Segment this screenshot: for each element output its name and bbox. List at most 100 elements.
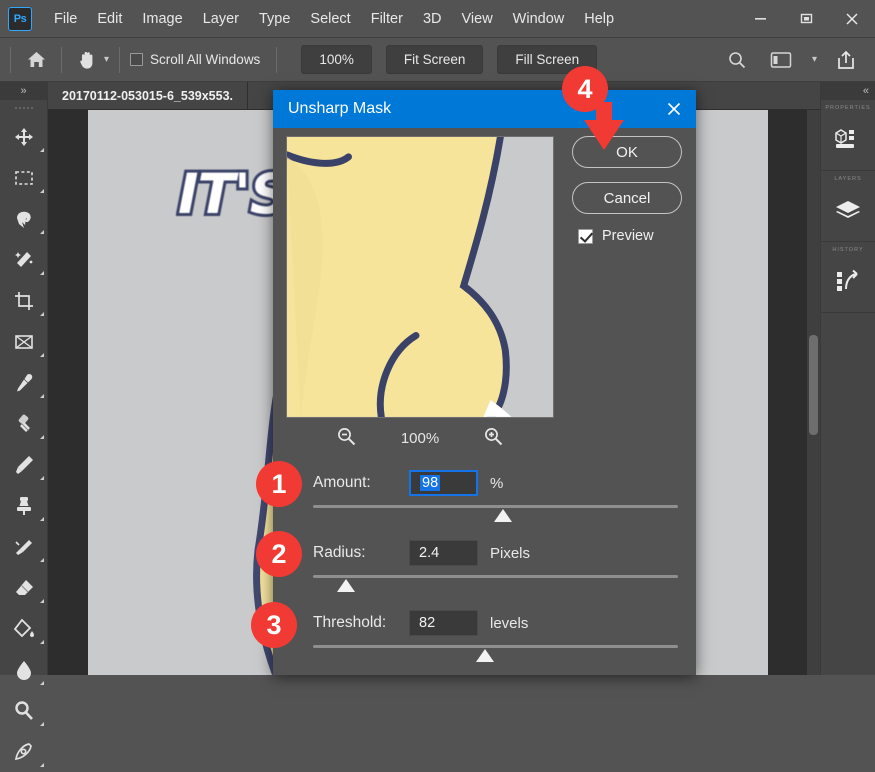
dialog-title: Unsharp Mask — [288, 100, 392, 117]
chevron-double-left-icon[interactable]: « — [821, 82, 875, 100]
preview-zoom-level: 100% — [400, 430, 440, 447]
panels-dock: « PROPERTIES LAYERS HISTORY — [820, 82, 875, 675]
maximize-icon[interactable] — [783, 0, 829, 37]
scroll-all-windows-label: Scroll All Windows — [150, 52, 261, 67]
panel-label-properties: PROPERTIES — [825, 105, 871, 111]
threshold-slider-thumb[interactable] — [475, 649, 494, 662]
threshold-value: 82 — [419, 615, 436, 631]
radius-unit: Pixels — [490, 544, 531, 562]
preview-label: Preview — [602, 228, 654, 244]
annotation-badge-4: 4 — [562, 66, 608, 112]
threshold-slider[interactable] — [313, 640, 678, 670]
cancel-button[interactable]: Cancel — [572, 182, 682, 214]
crop-tool[interactable] — [0, 280, 47, 321]
document-tab[interactable]: 20170112-053015-6_539x553. — [48, 82, 249, 109]
share-icon[interactable] — [831, 45, 861, 75]
threshold-slider-track — [313, 645, 678, 648]
threshold-input[interactable]: 82 — [409, 610, 478, 636]
menu-3d[interactable]: 3D — [413, 7, 452, 31]
preview-zoom-controls: 100% — [286, 426, 554, 451]
menu-window[interactable]: Window — [503, 7, 575, 31]
radius-control: Radius: 2.4 Pixels — [273, 536, 696, 600]
eyedropper-tool[interactable] — [0, 362, 47, 403]
dodge-tool[interactable] — [0, 690, 47, 731]
menu-help[interactable]: Help — [574, 7, 624, 31]
lasso-tool[interactable] — [0, 198, 47, 239]
amount-slider-track — [313, 505, 678, 508]
photoshop-window: Ps File Edit Image Layer Type Select Fil… — [0, 0, 875, 767]
minimize-icon[interactable] — [737, 0, 783, 37]
home-icon[interactable] — [21, 45, 51, 75]
preview-artwork — [287, 137, 553, 417]
zoom-out-icon[interactable] — [336, 426, 357, 451]
close-icon[interactable] — [829, 0, 875, 37]
search-icon[interactable] — [722, 45, 752, 75]
amount-value: 98 — [420, 475, 441, 491]
radius-slider-thumb[interactable] — [336, 579, 355, 592]
menu-edit[interactable]: Edit — [87, 7, 132, 31]
fit-screen-button[interactable]: Fit Screen — [385, 45, 484, 74]
eraser-tool[interactable] — [0, 567, 47, 608]
history-icon[interactable] — [821, 258, 875, 304]
dialog-body: OK Cancel Preview 100% Amount: 98 % Radi… — [273, 128, 696, 675]
threshold-unit: levels — [490, 614, 529, 632]
tool-preset-chevron-down-icon[interactable]: ▾ — [104, 54, 109, 65]
spot-healing-brush-tool[interactable] — [0, 403, 47, 444]
paint-bucket-tool[interactable] — [0, 608, 47, 649]
brush-tool[interactable] — [0, 444, 47, 485]
menu-image[interactable]: Image — [132, 7, 192, 31]
options-bar-right: ▾ — [722, 45, 875, 75]
menu-bar: Ps File Edit Image Layer Type Select Fil… — [0, 0, 875, 38]
rectangular-marquee-tool[interactable] — [0, 157, 47, 198]
menu-view[interactable]: View — [452, 7, 503, 31]
menu-file[interactable]: File — [44, 7, 87, 31]
annotation-badge-1: 1 — [256, 461, 302, 507]
panel-group-layers[interactable]: LAYERS — [821, 171, 875, 242]
hand-tool-icon[interactable] — [72, 45, 102, 75]
menu-type[interactable]: Type — [249, 7, 300, 31]
amount-control: Amount: 98 % — [273, 466, 696, 530]
annotation-badge-3: 3 — [251, 602, 297, 648]
amount-label: Amount: — [313, 474, 371, 491]
move-tool[interactable] — [0, 116, 47, 157]
radius-input[interactable]: 2.4 — [409, 540, 478, 566]
canvas-text: IT'S — [175, 159, 292, 229]
zoom-in-icon[interactable] — [483, 426, 504, 451]
window-controls — [737, 0, 875, 37]
checkbox-checked-icon — [578, 228, 593, 244]
layers-icon[interactable] — [821, 187, 875, 233]
amount-slider[interactable] — [313, 500, 678, 530]
workspace-chevron-down-icon[interactable]: ▾ — [812, 54, 817, 65]
amount-input[interactable]: 98 — [409, 470, 478, 496]
zoom-100-button[interactable]: 100% — [301, 45, 372, 74]
clone-stamp-tool[interactable] — [0, 485, 47, 526]
frame-tool[interactable] — [0, 321, 47, 362]
vertical-scrollbar[interactable] — [807, 110, 820, 675]
menu-select[interactable]: Select — [300, 7, 360, 31]
panel-label-history: HISTORY — [832, 247, 864, 253]
magic-wand-tool[interactable] — [0, 239, 47, 280]
annotation-badge-2: 2 — [256, 531, 302, 577]
toolbar-drag-handle[interactable] — [0, 100, 47, 116]
menu-layer[interactable]: Layer — [193, 7, 249, 31]
threshold-label: Threshold: — [313, 614, 387, 631]
panel-group-history[interactable]: HISTORY — [821, 242, 875, 313]
scroll-all-windows-checkbox[interactable]: Scroll All Windows — [130, 52, 260, 67]
panel-group-properties[interactable]: PROPERTIES — [821, 100, 875, 171]
filter-preview[interactable] — [286, 136, 554, 418]
blur-tool[interactable] — [0, 649, 47, 690]
amount-unit: % — [490, 474, 504, 492]
chevron-double-right-icon[interactable]: » — [0, 82, 47, 100]
preview-checkbox[interactable]: Preview — [572, 228, 682, 244]
radius-value: 2.4 — [419, 545, 440, 561]
tools-panel: » — [0, 82, 48, 767]
radius-slider[interactable] — [313, 570, 678, 600]
properties-icon[interactable] — [821, 116, 875, 162]
history-brush-tool[interactable] — [0, 526, 47, 567]
pen-tool[interactable] — [0, 731, 47, 772]
amount-slider-thumb[interactable] — [493, 509, 512, 522]
scrollbar-thumb[interactable] — [809, 335, 818, 435]
workspace-icon[interactable] — [766, 45, 796, 75]
panel-label-layers: LAYERS — [834, 176, 862, 182]
menu-filter[interactable]: Filter — [361, 7, 413, 31]
